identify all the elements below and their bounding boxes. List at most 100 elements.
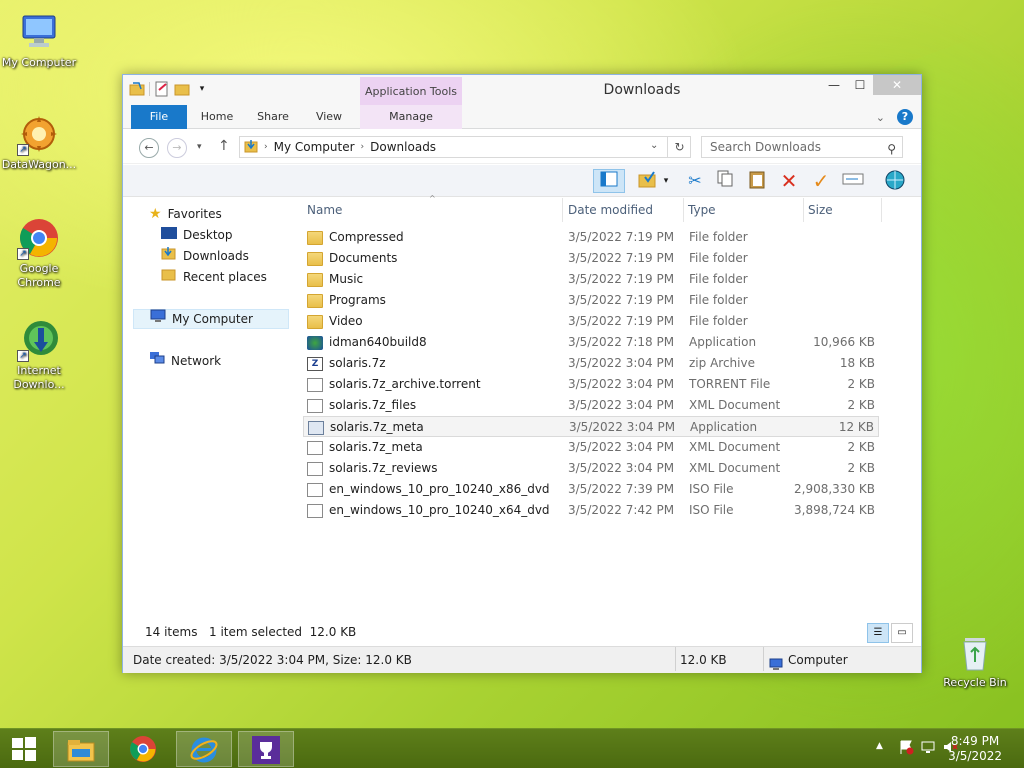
date-modified-cell: 3/5/2022 7:19 PM (568, 230, 675, 244)
expand-ribbon-icon[interactable]: ⌄ (876, 111, 885, 124)
address-bar[interactable]: › My Computer › Downloads ⌄ (239, 136, 691, 158)
file-name-cell: solaris.7z_reviews (307, 458, 438, 479)
tab-view[interactable]: View (307, 105, 351, 129)
file-name-cell: solaris.7z_meta (308, 417, 424, 438)
desktop-icon-my-computer[interactable]: My Computer (0, 10, 78, 70)
tab-home[interactable]: Home (195, 105, 239, 129)
desktop-icon-recycle-bin[interactable]: Recycle Bin (936, 630, 1014, 690)
sort-ascending-icon: ^ (429, 194, 436, 203)
column-header-date[interactable]: Date modified (564, 198, 684, 222)
table-row[interactable]: solaris.7z_archive.torrent 3/5/2022 3:04 … (303, 374, 879, 395)
search-input[interactable]: Search Downloads ⚲ (701, 136, 903, 158)
ribbon-tabs: File Home Share View Manage ⌄ ? (123, 105, 921, 129)
delete-icon[interactable]: ✕ (777, 169, 801, 193)
network-status-icon[interactable] (920, 739, 936, 758)
table-row[interactable]: Programs 3/5/2022 7:19 PM File folder (303, 290, 879, 311)
action-center-flag-icon[interactable] (898, 739, 914, 758)
nav-network[interactable]: Network (149, 351, 221, 371)
type-cell: ISO File (689, 503, 734, 517)
computer-icon (769, 653, 783, 679)
address-bar-row: ← → ▾ ↑ › My Computer › Downloads ⌄ ↻ Se… (123, 130, 921, 164)
column-header-type[interactable]: Type (684, 198, 804, 222)
xml-document-icon (307, 440, 323, 455)
xml-document-icon (307, 461, 323, 476)
copy-icon[interactable] (713, 169, 737, 193)
taskbar-file-explorer[interactable] (53, 731, 109, 767)
status-separator (763, 647, 764, 671)
address-dropdown-icon[interactable]: ⌄ (650, 140, 658, 151)
breadcrumb-separator-icon: › (360, 142, 365, 152)
details-bar: Date created: 3/5/2022 3:04 PM, Size: 12… (123, 646, 921, 673)
globe-icon[interactable] (883, 169, 907, 193)
type-cell: Application (690, 420, 758, 434)
desktop-icon-idm[interactable]: ↗ Internet Downlo... (0, 318, 78, 392)
details-view-button[interactable]: ☰ (867, 623, 889, 643)
folder-icon (307, 314, 323, 329)
forward-button[interactable]: → (167, 138, 187, 158)
star-icon: ★ (149, 206, 162, 222)
help-icon[interactable]: ? (897, 109, 913, 125)
tab-share[interactable]: Share (251, 105, 295, 129)
type-cell: Application (689, 335, 757, 349)
nav-item-recent-places[interactable]: Recent places (161, 267, 267, 287)
taskbar-internet-explorer[interactable] (176, 731, 232, 767)
file-name-cell: Programs (307, 290, 386, 311)
size-cell: 18 KB (839, 356, 875, 370)
desktop-icon-datawagon[interactable]: ↗ DataWagon... (0, 112, 78, 172)
column-header-size[interactable]: Size (804, 198, 882, 222)
tab-manage[interactable]: Manage (360, 105, 462, 129)
explorer-window: ▾ Application Tools Downloads — ☐ ✕ File… (122, 74, 922, 673)
start-button[interactable] (0, 731, 48, 767)
file-name-cell: solaris.7z_archive.torrent (307, 374, 481, 395)
nav-item-downloads[interactable]: Downloads (161, 246, 249, 266)
table-row[interactable]: Documents 3/5/2022 7:19 PM File folder (303, 248, 879, 269)
nav-item-desktop[interactable]: Desktop (161, 225, 233, 245)
preview-pane-button[interactable] (593, 169, 625, 193)
table-row[interactable]: solaris.7z_reviews 3/5/2022 3:04 PM XML Do… (303, 458, 879, 479)
apply-check-icon[interactable]: ✓ (809, 169, 833, 193)
tab-file[interactable]: File (131, 105, 187, 129)
table-row[interactable]: Video 3/5/2022 7:19 PM File folder (303, 311, 879, 332)
type-cell: XML Document (689, 440, 781, 454)
view-dropdown-icon[interactable]: ▾ (659, 169, 673, 193)
folder-options-icon[interactable] (635, 169, 659, 193)
cut-icon[interactable]: ✂ (683, 169, 707, 193)
breadcrumb-my-computer[interactable]: My Computer (274, 140, 355, 154)
table-row[interactable]: Music 3/5/2022 7:19 PM File folder (303, 269, 879, 290)
table-row[interactable]: en_windows_10_pro_10240_x64_dvd 3/5/2022 … (303, 500, 879, 521)
desktop-icon-chrome[interactable]: ↗ Google Chrome (0, 216, 78, 290)
refresh-button[interactable]: ↻ (667, 136, 691, 158)
taskbar-clock[interactable]: 8:49 PM 3/5/2022 (948, 734, 1002, 764)
type-cell: File folder (689, 314, 748, 328)
table-row[interactable]: en_windows_10_pro_10240_x86_dvd 3/5/2022 … (303, 479, 879, 500)
paste-icon[interactable] (745, 169, 769, 193)
minimize-button[interactable]: — (821, 75, 847, 95)
desktop-icon (161, 225, 177, 245)
back-button[interactable]: ← (139, 138, 159, 158)
date-modified-cell: 3/5/2022 7:19 PM (568, 251, 675, 265)
show-hidden-icons-icon[interactable]: ▲ (876, 741, 883, 751)
rename-icon[interactable] (841, 169, 865, 193)
table-row[interactable]: solaris.7z_meta 3/5/2022 3:04 PM XML Docum… (303, 437, 879, 458)
table-row[interactable]: Compressed 3/5/2022 7:19 PM File folder (303, 227, 879, 248)
up-button[interactable]: ↑ (218, 138, 230, 154)
nav-my-computer[interactable]: My Computer (133, 309, 289, 329)
taskbar-chrome[interactable] (115, 731, 171, 767)
type-cell: File folder (689, 251, 748, 265)
item-count: 14 items (145, 625, 198, 639)
file-name-cell: solaris.7z_files (307, 395, 416, 416)
table-row[interactable]: solaris.7z_files 3/5/2022 3:04 PM XML Docu… (303, 395, 879, 416)
nav-favorites[interactable]: ★ Favorites (149, 204, 222, 224)
size-cell: 3,898,724 KB (794, 503, 875, 517)
table-row[interactable]: idman640build8 3/5/2022 7:18 PM Applicatio… (303, 332, 879, 353)
window-title: Downloads (603, 82, 681, 98)
status-separator (675, 647, 676, 671)
table-row[interactable]: Zsolaris.7z 3/5/2022 3:04 PM zip Archive 18… (303, 353, 879, 374)
recent-locations-icon[interactable]: ▾ (197, 142, 202, 152)
taskbar-trophy-app[interactable] (238, 731, 294, 767)
table-row[interactable]: solaris.7z_meta 3/5/2022 3:04 PM Applicati… (303, 416, 879, 437)
close-button[interactable]: ✕ (873, 75, 921, 95)
maximize-button[interactable]: ☐ (847, 75, 873, 95)
large-icons-view-button[interactable]: ▭ (891, 623, 913, 643)
breadcrumb-downloads[interactable]: Downloads (370, 140, 436, 154)
